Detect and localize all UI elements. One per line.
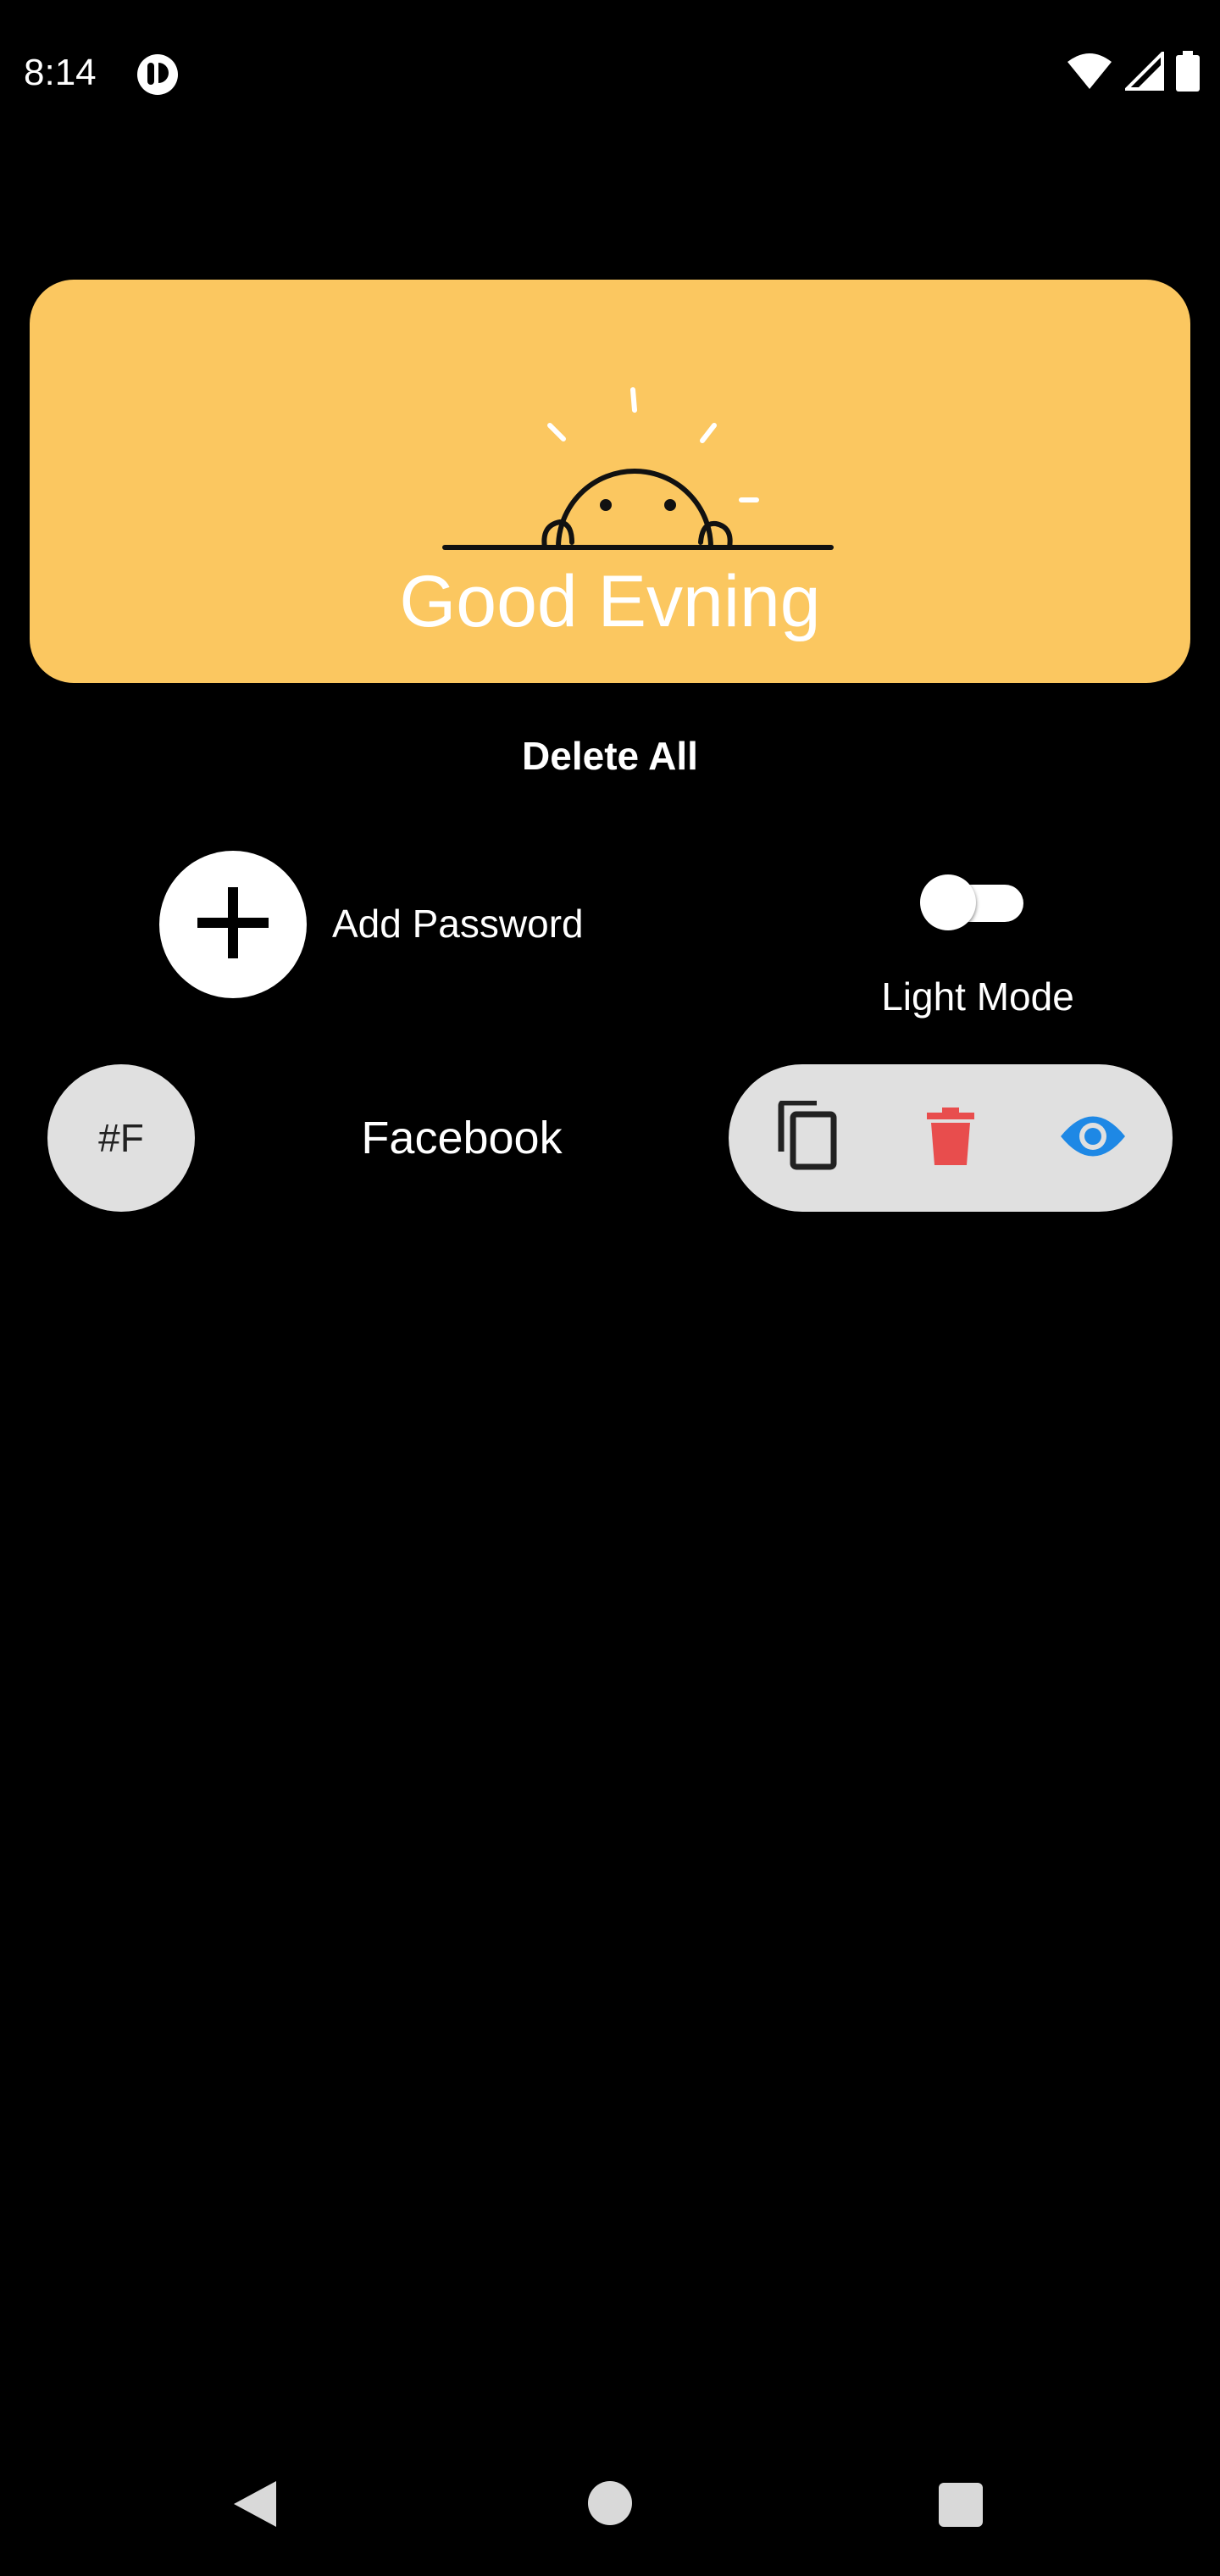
entry-avatar-text: #F [98, 1116, 144, 1160]
battery-icon [1176, 50, 1200, 96]
entry-name: Facebook [361, 1113, 563, 1163]
light-mode-toggle[interactable] [920, 873, 1029, 932]
delete-all-button[interactable]: Delete All [0, 730, 1220, 781]
status-time: 8:14 [24, 52, 97, 93]
copy-button[interactable] [764, 1096, 849, 1180]
add-password-label[interactable]: Add Password [332, 898, 584, 949]
delete-icon [927, 1107, 974, 1169]
home-icon[interactable] [588, 2481, 632, 2525]
sunrise-smiley-illustration [436, 381, 840, 568]
toggle-knob [920, 874, 976, 930]
add-password-button[interactable] [159, 851, 307, 998]
view-button[interactable] [1051, 1096, 1135, 1180]
entry-avatar: #F [47, 1064, 195, 1212]
plus-icon [197, 886, 269, 963]
delete-button[interactable] [908, 1096, 993, 1180]
view-icon [1059, 1113, 1127, 1163]
cellular-signal-icon [1123, 48, 1164, 95]
light-mode-label: Light Mode [881, 974, 1074, 1019]
greeting-banner: Good Evning [30, 280, 1190, 683]
recents-icon[interactable] [939, 2483, 983, 2527]
status-icons [1066, 48, 1200, 97]
app-notification-icon [136, 53, 180, 97]
back-icon[interactable] [227, 2474, 286, 2534]
greeting-text: Good Evning [399, 561, 821, 642]
copy-icon [774, 1099, 839, 1176]
wifi-icon [1066, 52, 1113, 95]
entry-actions [729, 1064, 1173, 1212]
